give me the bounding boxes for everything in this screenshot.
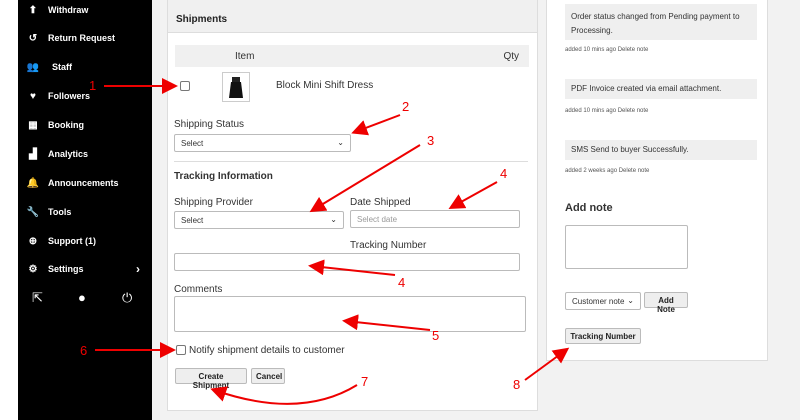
arrow-5 bbox=[342, 314, 431, 331]
arrow-4a bbox=[448, 181, 498, 209]
annotation-label-7: 7 bbox=[361, 374, 369, 389]
arrow-7 bbox=[210, 384, 358, 405]
annotation-label-1: 1 bbox=[89, 78, 97, 93]
annotation-label-6: 6 bbox=[80, 343, 88, 358]
annotation-label-5: 5 bbox=[432, 328, 440, 343]
arrow-4b bbox=[308, 259, 396, 276]
annotation-label-8: 8 bbox=[513, 377, 521, 392]
annotation-label-4b: 4 bbox=[398, 275, 406, 290]
arrow-3 bbox=[309, 144, 421, 213]
annotation-label-2: 2 bbox=[402, 99, 410, 114]
annotation-arrows bbox=[95, 78, 570, 405]
arrow-8 bbox=[524, 347, 570, 381]
annotation-label-3: 3 bbox=[427, 133, 435, 148]
annotation-label-4a: 4 bbox=[500, 166, 508, 181]
arrow-2 bbox=[351, 114, 401, 136]
